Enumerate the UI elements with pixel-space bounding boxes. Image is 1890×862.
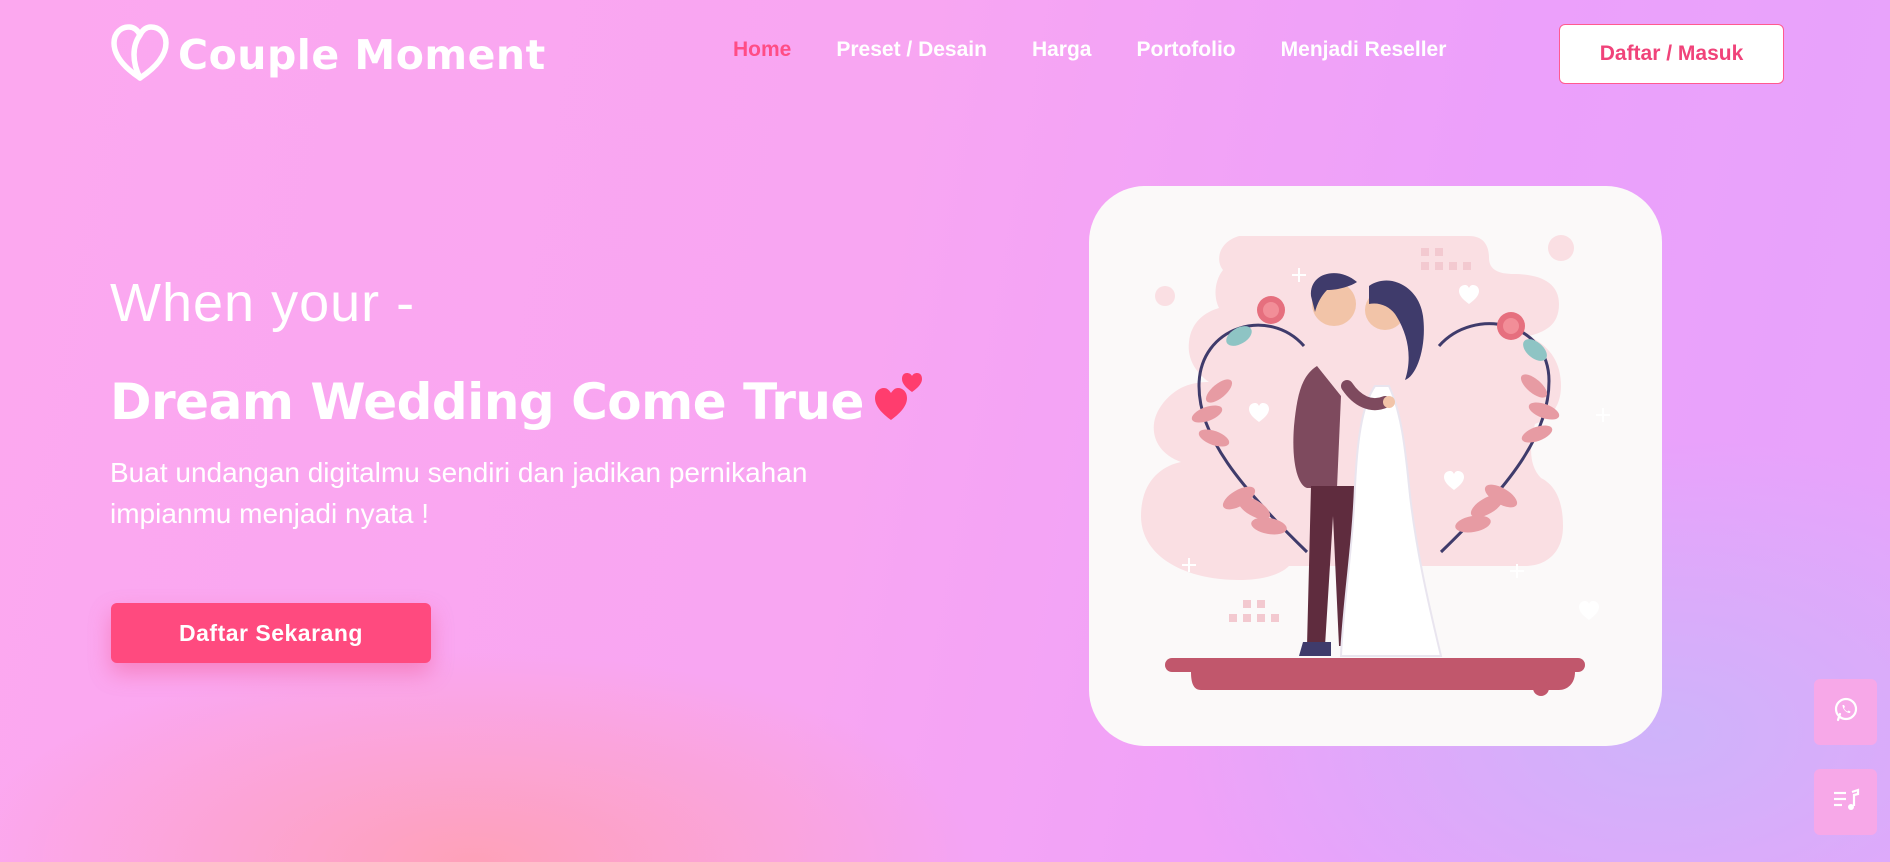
nav-item-portofolio[interactable]: Portofolio [1136, 38, 1235, 62]
two-hearts-icon [872, 368, 928, 436]
main-nav: Home Preset / Desain Harga Portofolio Me… [733, 38, 1491, 62]
whatsapp-button[interactable] [1814, 679, 1877, 745]
hero-subtitle: Buat undangan digitalmu sendiri dan jadi… [110, 457, 808, 529]
music-playlist-button[interactable] [1814, 769, 1877, 835]
hero-title-text: Dream Wedding Come True [110, 373, 864, 431]
hero-section: Couple Moment Home Preset / Desain Harga… [0, 0, 1890, 862]
whatsapp-icon [1833, 697, 1859, 727]
brand-name: Couple Moment [178, 31, 546, 79]
nav-item-menjadi-reseller[interactable]: Menjadi Reseller [1281, 38, 1447, 62]
hero-title: Dream Wedding Come True [110, 368, 928, 436]
hero-pre-title: When your - [110, 273, 416, 333]
illustration-card [1089, 186, 1662, 746]
login-register-button[interactable]: Daftar / Masuk [1559, 24, 1784, 84]
wedding-couple-illustration [1141, 235, 1610, 696]
register-now-button[interactable]: Daftar Sekarang [111, 603, 431, 663]
music-playlist-icon [1832, 788, 1860, 816]
heart-outline-icon [110, 24, 170, 86]
nav-item-preset-desain[interactable]: Preset / Desain [836, 38, 987, 62]
nav-item-harga[interactable]: Harga [1032, 38, 1092, 62]
brand-logo[interactable]: Couple Moment [110, 24, 546, 86]
nav-item-home[interactable]: Home [733, 38, 791, 62]
